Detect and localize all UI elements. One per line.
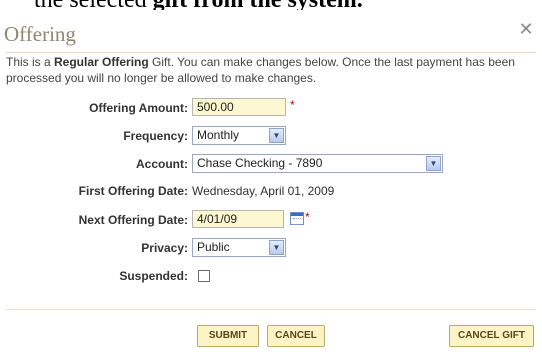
privacy-select[interactable]: Public ▼: [192, 238, 286, 257]
submit-button[interactable]: SUBMIT: [197, 325, 259, 347]
next-date-row: Next Offering Date: 4/01/09 *: [0, 208, 542, 232]
chevron-down-icon: ▼: [269, 128, 284, 143]
required-marker: *: [290, 98, 295, 112]
frequency-select[interactable]: Monthly ▼: [192, 126, 286, 145]
cancel-button[interactable]: CANCEL: [267, 325, 325, 347]
intro-gift-type: Regular Offering: [54, 55, 149, 69]
privacy-value: Public: [197, 240, 230, 254]
cancel-gift-button[interactable]: CANCEL GIFT: [449, 325, 534, 347]
chevron-down-icon: ▼: [269, 240, 284, 255]
account-value: Chase Checking - 7890: [197, 156, 323, 170]
amount-label: Offering Amount:: [89, 101, 188, 115]
chevron-down-icon: ▼: [426, 156, 441, 171]
suspended-label: Suspended:: [119, 269, 188, 283]
next-date-input[interactable]: 4/01/09: [192, 210, 284, 228]
title-divider: [6, 52, 536, 53]
privacy-label: Privacy:: [141, 241, 188, 255]
account-select[interactable]: Chase Checking - 7890 ▼: [192, 154, 443, 173]
suspended-row: Suspended:: [0, 264, 542, 288]
first-date-label: First Offering Date:: [78, 184, 188, 198]
privacy-row: Privacy: Public ▼: [0, 236, 542, 260]
suspended-checkbox[interactable]: [198, 270, 210, 282]
dialog-title: Offering: [4, 22, 76, 46]
required-marker: *: [305, 210, 310, 224]
offering-dialog: Offering ✕ This is a Regular Offering Gi…: [0, 10, 542, 360]
intro-text: This is a Regular Offering Gift. You can…: [6, 54, 538, 86]
frequency-label: Frequency:: [123, 129, 188, 143]
account-label: Account:: [136, 157, 188, 171]
first-date-row: First Offering Date: Wednesday, April 01…: [0, 179, 542, 203]
frequency-row: Frequency: Monthly ▼: [0, 124, 542, 148]
offering-amount-input[interactable]: 500.00: [192, 98, 286, 116]
footer-divider: [6, 309, 536, 310]
amount-row: Offering Amount: 500.00 *: [0, 96, 542, 120]
first-date-value: Wednesday, April 01, 2009: [192, 184, 335, 198]
next-date-label: Next Offering Date:: [78, 213, 188, 227]
calendar-icon[interactable]: [290, 212, 304, 225]
intro-part1: This is a: [6, 55, 55, 69]
account-row: Account: Chase Checking - 7890 ▼: [0, 152, 542, 176]
frequency-value: Monthly: [197, 128, 240, 142]
close-icon[interactable]: ✕: [518, 21, 534, 39]
